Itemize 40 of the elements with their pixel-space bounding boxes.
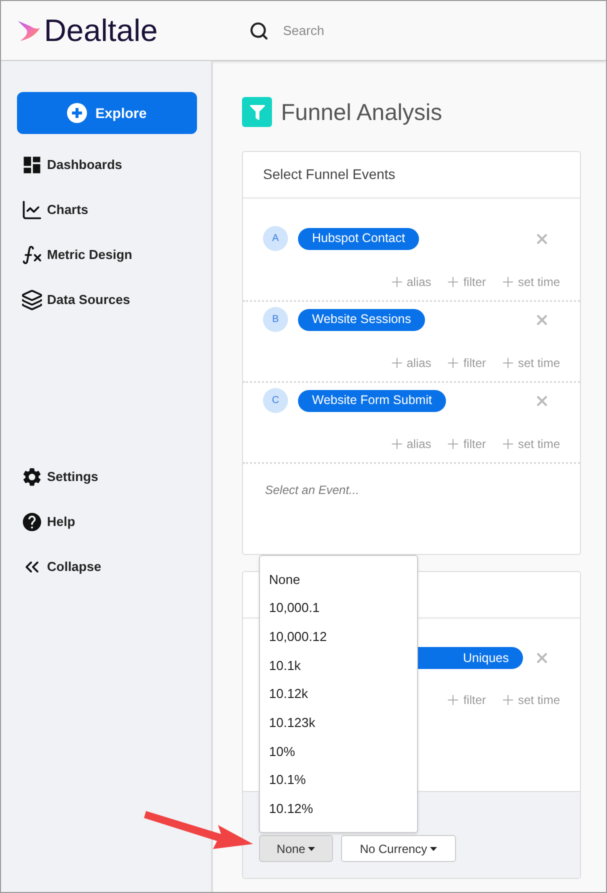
sidebar-item[interactable]: Charts <box>21 198 195 222</box>
currency-dropdown[interactable]: No Currency <box>341 835 456 862</box>
menu-item[interactable]: 10% <box>260 737 417 766</box>
menu-item[interactable]: 10.12% <box>260 794 417 824</box>
sidebar-item[interactable]: Metric Design <box>21 243 195 267</box>
settings-icon <box>21 466 43 488</box>
sidebar-item[interactable]: Help <box>21 510 195 534</box>
search-field[interactable]: Search <box>283 20 483 40</box>
menu-item[interactable]: None <box>260 565 417 594</box>
caret-icon <box>308 846 316 850</box>
format-dropdown[interactable]: None <box>259 835 333 862</box>
sidebar-item[interactable]: Collapse <box>21 555 195 579</box>
chart-icon <box>21 199 43 221</box>
sidebar-item[interactable]: Settings <box>21 465 195 489</box>
close-icon[interactable] <box>534 650 550 666</box>
step-letter: B <box>263 307 288 332</box>
funnel-icon <box>242 97 272 127</box>
menu-item[interactable]: 10.1% <box>260 766 417 794</box>
caret-icon <box>430 846 438 850</box>
dashboard-icon <box>21 154 43 176</box>
sidebar-item[interactable]: Dashboards <box>21 153 195 177</box>
page-title: Funnel Analysis <box>281 98 442 127</box>
sidebar-item[interactable]: Data Sources <box>21 288 195 312</box>
step-letter: C <box>263 388 288 413</box>
plus-circle-icon <box>67 103 88 123</box>
event-tag[interactable]: Website Sessions <box>298 308 426 330</box>
search-icon[interactable] <box>249 20 269 40</box>
step-letter: A <box>263 226 288 251</box>
logo-text: Dealtale <box>44 15 158 46</box>
event-tag[interactable]: Website Form Submit <box>298 390 446 412</box>
event-placeholder[interactable]: Select an Event... <box>265 483 360 497</box>
event-tag[interactable]: Hubspot Contact <box>298 228 420 250</box>
explore-button[interactable]: Explore <box>17 92 197 134</box>
layers-icon <box>21 289 43 311</box>
card-title: Select Funnel Events <box>263 165 396 184</box>
function-icon <box>21 244 43 266</box>
menu-item[interactable]: 10,000.1 <box>260 594 417 622</box>
menu-item[interactable]: 10.12k <box>260 680 417 708</box>
help-icon <box>21 511 43 533</box>
menu-item[interactable]: 10.123k <box>260 708 417 738</box>
